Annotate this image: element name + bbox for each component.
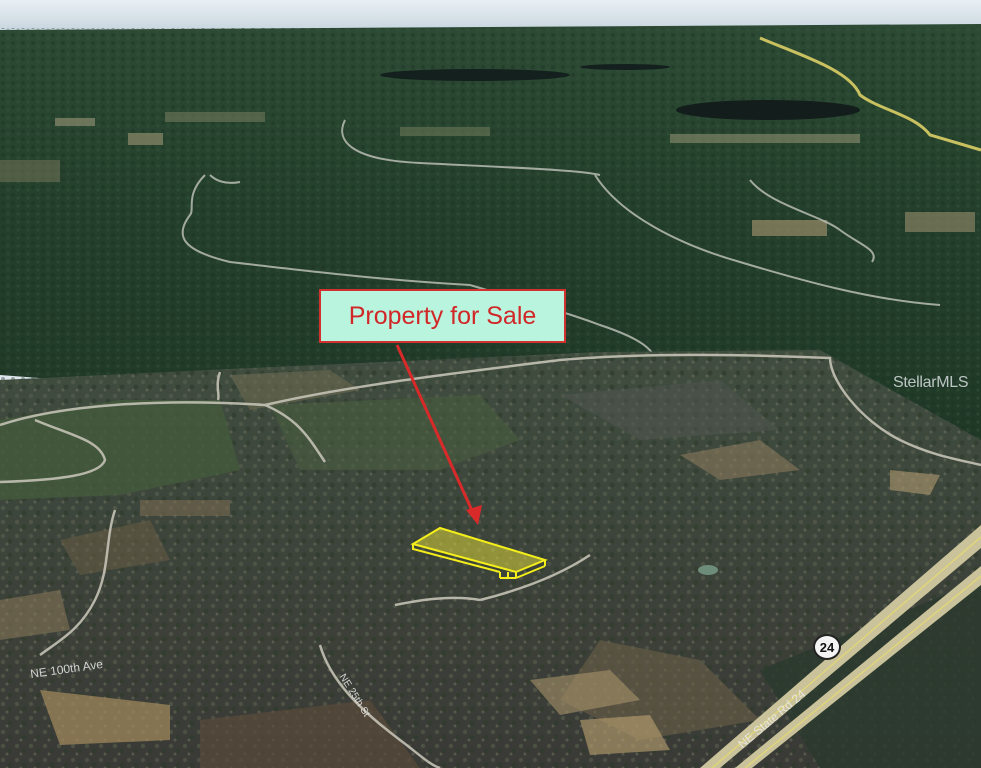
route-24-shield-icon: 24 — [813, 634, 841, 660]
property-for-sale-callout: Property for Sale — [319, 289, 566, 343]
aerial-map-view: Property for Sale StellarMLS 24 NE 100th… — [0, 0, 981, 768]
stellarmls-watermark: StellarMLS — [893, 374, 969, 391]
